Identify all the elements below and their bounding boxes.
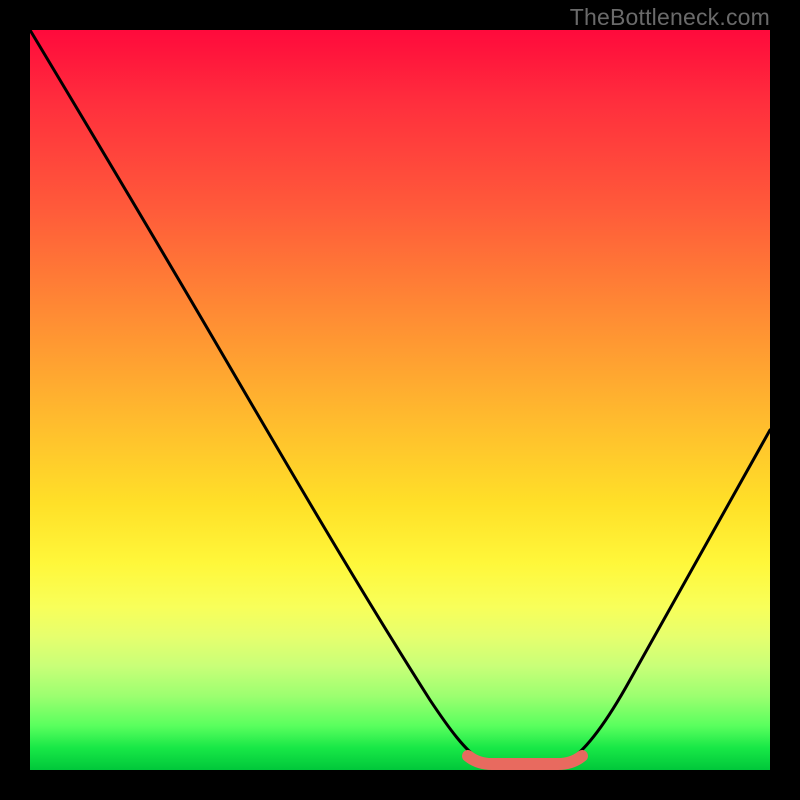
chart-frame: TheBottleneck.com [0,0,800,800]
plot-area [30,30,770,770]
flat-minimum-marker [468,756,582,764]
bottleneck-curve [30,30,770,760]
curve-layer [30,30,770,770]
watermark-text: TheBottleneck.com [570,4,770,31]
